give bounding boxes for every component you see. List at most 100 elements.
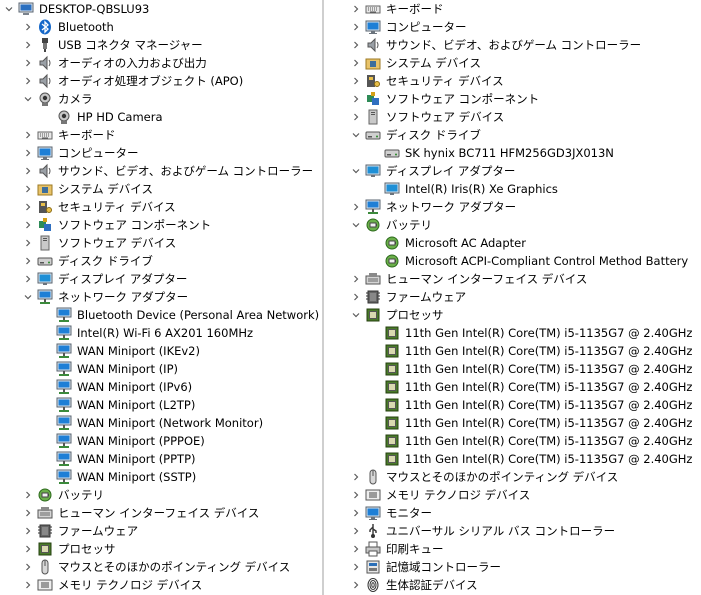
chevron-right-icon[interactable] — [351, 504, 361, 522]
tree-item[interactable]: サウンド、ビデオ、およびゲーム コントローラー — [23, 162, 313, 180]
tree-item[interactable]: バッテリ — [351, 216, 432, 234]
chevron-down-icon[interactable] — [351, 216, 361, 234]
tree-item[interactable]: Intel(R) Iris(R) Xe Graphics — [370, 180, 558, 198]
tree-item[interactable]: DESKTOP-QBSLU93 — [4, 0, 149, 18]
chevron-right-icon[interactable] — [351, 270, 361, 288]
tree-item[interactable]: ディスプレイ アダプター — [23, 270, 187, 288]
tree-item[interactable]: ソフトウェア コンポーネント — [23, 216, 211, 234]
chevron-right-icon[interactable] — [23, 54, 33, 72]
tree-item[interactable]: バッテリ — [23, 486, 104, 504]
tree-item[interactable]: ソフトウェア デバイス — [23, 234, 176, 252]
tree-item[interactable]: 11th Gen Intel(R) Core(TM) i5-1135G7 @ 2… — [370, 414, 692, 432]
tree-item[interactable]: モニター — [351, 504, 432, 522]
tree-item[interactable]: システム デバイス — [23, 180, 153, 198]
chevron-right-icon[interactable] — [23, 144, 33, 162]
chevron-right-icon[interactable] — [351, 108, 361, 126]
chevron-down-icon[interactable] — [351, 306, 361, 324]
chevron-right-icon[interactable] — [23, 558, 33, 576]
chevron-right-icon[interactable] — [23, 18, 33, 36]
tree-item[interactable]: ヒューマン インターフェイス デバイス — [351, 270, 587, 288]
tree-item[interactable]: ディスク ドライブ — [351, 126, 481, 144]
chevron-right-icon[interactable] — [351, 558, 361, 576]
chevron-right-icon[interactable] — [351, 72, 361, 90]
chevron-right-icon[interactable] — [351, 36, 361, 54]
chevron-right-icon[interactable] — [351, 90, 361, 108]
tree-item[interactable]: ファームウェア — [23, 522, 138, 540]
chevron-down-icon[interactable] — [4, 0, 14, 18]
chevron-right-icon[interactable] — [23, 504, 33, 522]
chevron-right-icon[interactable] — [23, 162, 33, 180]
tree-item[interactable]: 11th Gen Intel(R) Core(TM) i5-1135G7 @ 2… — [370, 342, 692, 360]
chevron-right-icon[interactable] — [351, 522, 361, 540]
tree-item[interactable]: キーボード — [23, 126, 116, 144]
tree-item[interactable]: ヒューマン インターフェイス デバイス — [23, 504, 259, 522]
tree-item[interactable]: プロセッサ — [23, 540, 116, 558]
chevron-right-icon[interactable] — [23, 576, 33, 594]
tree-item[interactable]: ディスプレイ アダプター — [351, 162, 515, 180]
tree-item[interactable]: Bluetooth — [23, 18, 114, 36]
tree-item[interactable]: Microsoft ACPI-Compliant Control Method … — [370, 252, 688, 270]
chevron-right-icon[interactable] — [351, 540, 361, 558]
tree-item[interactable]: 11th Gen Intel(R) Core(TM) i5-1135G7 @ 2… — [370, 324, 692, 342]
tree-item[interactable]: ネットワーク アダプター — [351, 198, 516, 216]
chevron-right-icon[interactable] — [23, 126, 33, 144]
tree-item[interactable]: 印刷キュー — [351, 540, 444, 558]
chevron-right-icon[interactable] — [351, 18, 361, 36]
tree-item[interactable]: オーディオ処理オブジェクト (APO) — [23, 72, 243, 90]
chevron-right-icon[interactable] — [23, 486, 33, 504]
chevron-right-icon[interactable] — [23, 540, 33, 558]
chevron-right-icon[interactable] — [351, 198, 361, 216]
tree-item[interactable]: 11th Gen Intel(R) Core(TM) i5-1135G7 @ 2… — [370, 378, 692, 396]
chevron-down-icon[interactable] — [23, 288, 33, 306]
tree-item[interactable]: ディスク ドライブ — [23, 252, 153, 270]
tree-item[interactable]: キーボード — [351, 0, 444, 18]
chevron-right-icon[interactable] — [23, 36, 33, 54]
tree-item[interactable]: カメラ — [23, 90, 93, 108]
tree-item[interactable]: プロセッサ — [351, 306, 444, 324]
tree-item[interactable]: HP HD Camera — [42, 108, 163, 126]
chevron-right-icon[interactable] — [23, 198, 33, 216]
tree-item[interactable]: セキュリティ デバイス — [23, 198, 176, 216]
tree-item[interactable]: Microsoft AC Adapter — [370, 234, 526, 252]
tree-item[interactable]: Intel(R) Wi-Fi 6 AX201 160MHz — [42, 324, 253, 342]
tree-item[interactable]: 11th Gen Intel(R) Core(TM) i5-1135G7 @ 2… — [370, 450, 692, 468]
tree-item[interactable]: コンピューター — [23, 144, 139, 162]
chevron-right-icon[interactable] — [351, 288, 361, 306]
tree-item[interactable]: USB コネクタ マネージャー — [23, 36, 203, 54]
chevron-right-icon[interactable] — [23, 522, 33, 540]
chevron-right-icon[interactable] — [23, 72, 33, 90]
chevron-right-icon[interactable] — [23, 252, 33, 270]
tree-item[interactable]: ネットワーク アダプター — [23, 288, 188, 306]
tree-item[interactable]: マウスとそのほかのポインティング デバイス — [351, 468, 618, 486]
tree-item[interactable]: 11th Gen Intel(R) Core(TM) i5-1135G7 @ 2… — [370, 396, 692, 414]
chevron-right-icon[interactable] — [23, 216, 33, 234]
chevron-down-icon[interactable] — [351, 126, 361, 144]
tree-item[interactable]: WAN Miniport (PPTP) — [42, 450, 196, 468]
tree-item[interactable]: 生体認証デバイス — [351, 576, 478, 594]
tree-item[interactable]: マウスとそのほかのポインティング デバイス — [23, 558, 290, 576]
tree-item[interactable]: WAN Miniport (Network Monitor) — [42, 414, 263, 432]
tree-item[interactable]: ファームウェア — [351, 288, 466, 306]
tree-item[interactable]: メモリ テクノロジ デバイス — [23, 576, 202, 594]
tree-item[interactable]: ソフトウェア コンポーネント — [351, 90, 539, 108]
chevron-right-icon[interactable] — [351, 0, 361, 18]
tree-item[interactable]: システム デバイス — [351, 54, 481, 72]
tree-item[interactable]: SK hynix BC711 HFM256GD3JX013N — [370, 144, 614, 162]
chevron-down-icon[interactable] — [23, 90, 33, 108]
tree-item[interactable]: メモリ テクノロジ デバイス — [351, 486, 530, 504]
tree-item[interactable]: WAN Miniport (IPv6) — [42, 378, 192, 396]
chevron-right-icon[interactable] — [351, 54, 361, 72]
tree-item[interactable]: ユニバーサル シリアル バス コントローラー — [351, 522, 615, 540]
chevron-right-icon[interactable] — [351, 486, 361, 504]
tree-item[interactable]: WAN Miniport (PPPOE) — [42, 432, 205, 450]
tree-item[interactable]: 11th Gen Intel(R) Core(TM) i5-1135G7 @ 2… — [370, 432, 692, 450]
tree-item[interactable]: サウンド、ビデオ、およびゲーム コントローラー — [351, 36, 641, 54]
tree-item[interactable]: セキュリティ デバイス — [351, 72, 504, 90]
chevron-right-icon[interactable] — [23, 234, 33, 252]
tree-item[interactable]: 11th Gen Intel(R) Core(TM) i5-1135G7 @ 2… — [370, 360, 692, 378]
tree-item[interactable]: WAN Miniport (IP) — [42, 360, 178, 378]
tree-item[interactable]: WAN Miniport (SSTP) — [42, 468, 196, 486]
chevron-right-icon[interactable] — [351, 468, 361, 486]
chevron-down-icon[interactable] — [351, 162, 361, 180]
chevron-right-icon[interactable] — [23, 270, 33, 288]
